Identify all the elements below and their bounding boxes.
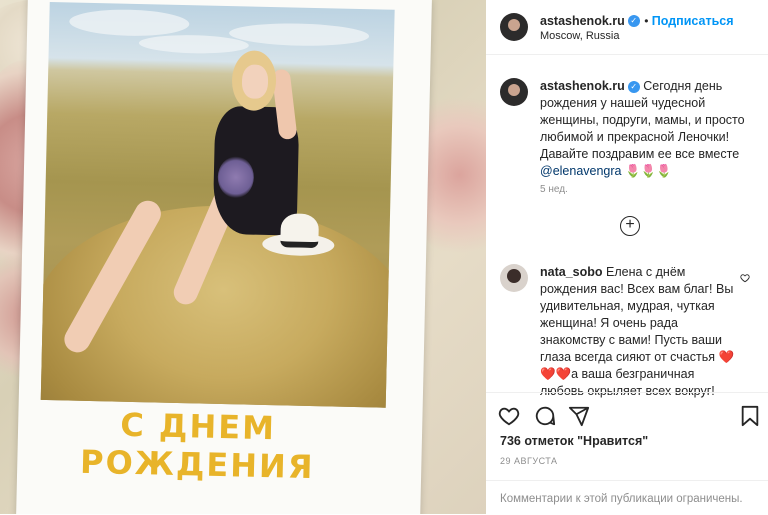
caption-username[interactable]: astashenok.ru bbox=[540, 79, 625, 93]
author-avatar[interactable] bbox=[500, 13, 528, 41]
commenter-avatar[interactable] bbox=[500, 264, 528, 292]
plus-circle-icon[interactable]: + bbox=[620, 216, 640, 236]
hat-crown bbox=[280, 213, 320, 249]
follow-button[interactable]: Подписаться bbox=[652, 14, 734, 28]
cloud bbox=[228, 22, 370, 48]
caption-avatar[interactable] bbox=[500, 78, 528, 106]
caption-time[interactable]: 5 нед. bbox=[540, 184, 568, 195]
cloud bbox=[69, 8, 190, 38]
separator-dot: • bbox=[644, 14, 652, 28]
post-date: 29 АВГУСТА bbox=[500, 456, 558, 466]
heart-icon[interactable] bbox=[498, 405, 520, 432]
likes-count[interactable]: 736 отметок "Нравится" bbox=[500, 434, 648, 448]
comment-body: Елена с днём рождения вас! Всех вам благ… bbox=[540, 265, 735, 398]
comments-footer: Комментарии к этой публикации ограничены… bbox=[486, 480, 768, 515]
author-username[interactable]: astashenok.ru bbox=[540, 14, 625, 28]
post-header: astashenok.ru ✓ • Подписаться Moscow, Rus… bbox=[486, 0, 768, 55]
comment-icon[interactable] bbox=[534, 405, 556, 432]
polaroid-frame: С ДНЕМ РОЖДЕНИЯ bbox=[16, 0, 432, 514]
bookmark-icon[interactable] bbox=[740, 405, 760, 432]
comment: nata_sobo Елена с днём рождения вас! Все… bbox=[540, 264, 734, 400]
verified-badge-icon: ✓ bbox=[627, 14, 640, 27]
post-media[interactable]: С ДНЕМ РОЖДЕНИЯ bbox=[0, 0, 486, 514]
cloud bbox=[138, 34, 250, 55]
greeting-text: С ДНЕМ РОЖДЕНИЯ bbox=[79, 405, 315, 487]
comments-restricted-text: Комментарии к этой публикации ограничены… bbox=[500, 493, 743, 505]
small-heart-icon[interactable] bbox=[740, 270, 750, 288]
figure-face bbox=[241, 64, 269, 99]
author-line: astashenok.ru ✓ • Подписаться bbox=[540, 12, 734, 30]
post-sidebar: astashenok.ru ✓ • Подписаться Moscow, Rus… bbox=[486, 0, 768, 514]
caption: astashenok.ru ✓ Сегодня день рождения у н… bbox=[540, 78, 754, 180]
comment-username[interactable]: nata_sobo bbox=[540, 265, 603, 279]
verified-badge-icon: ✓ bbox=[627, 80, 640, 93]
caption-emoji: 🌷🌷🌷 bbox=[624, 164, 672, 178]
caption-mention[interactable]: @elenavengra bbox=[540, 164, 622, 178]
post-location[interactable]: Moscow, Russia bbox=[540, 30, 619, 42]
action-bar bbox=[486, 392, 768, 439]
post-photo bbox=[40, 1, 395, 408]
share-icon[interactable] bbox=[568, 405, 590, 432]
